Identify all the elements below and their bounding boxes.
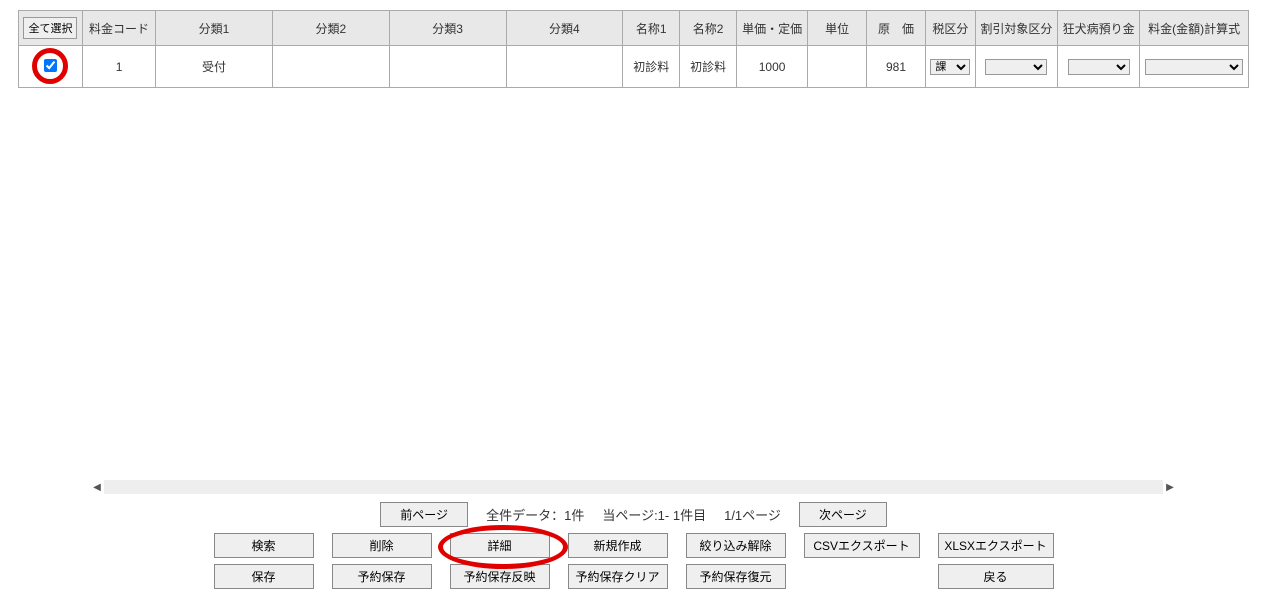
detail-button[interactable]: 詳細 [450, 533, 550, 558]
reserve-clear-button[interactable]: 予約保存クリア [568, 564, 668, 589]
select-all-button[interactable]: 全て選択 [23, 17, 77, 39]
footer: 前ページ 全件データ：1件 当ページ:1- 1件目 1/1ページ 次ページ 検索… [0, 498, 1267, 589]
cell-cat1: 受付 [156, 46, 273, 88]
discount-type-select[interactable] [985, 59, 1047, 75]
reserve-restore-button[interactable]: 予約保存復元 [686, 564, 786, 589]
table-wrapper: 全て選択 料金コード 分類1 分類2 分類3 分類4 名称1 名称2 単価・定価… [18, 10, 1249, 480]
reserve-save-button[interactable]: 予約保存 [332, 564, 432, 589]
delete-button[interactable]: 削除 [332, 533, 432, 558]
header-unit: 単位 [808, 11, 867, 46]
header-cat1: 分類1 [156, 11, 273, 46]
search-button[interactable]: 検索 [214, 533, 314, 558]
action-row-1: 検索 削除 詳細 新規作成 絞り込み解除 CSVエクスポート XLSXエクスポー… [214, 533, 1054, 558]
cell-fee-formula [1140, 46, 1249, 88]
clear-filter-button[interactable]: 絞り込み解除 [686, 533, 786, 558]
new-button[interactable]: 新規作成 [568, 533, 668, 558]
table-row: 1 受付 初診料 初診料 1000 981 課 [19, 46, 1249, 88]
header-cost: 原 価 [867, 11, 926, 46]
header-select: 全て選択 [19, 11, 83, 46]
header-fee-formula: 料金(金額)計算式 [1140, 11, 1249, 46]
back-button[interactable]: 戻る [938, 564, 1054, 589]
xlsx-export-button[interactable]: XLSXエクスポート [938, 533, 1054, 558]
cell-cat2 [272, 46, 389, 88]
header-cat2: 分類2 [272, 11, 389, 46]
cell-fee-code: 1 [82, 46, 155, 88]
header-fee-code: 料金コード [82, 11, 155, 46]
total-count-label: 全件データ：1件 [486, 505, 584, 524]
cell-cat4 [506, 46, 623, 88]
scroll-track[interactable] [104, 480, 1163, 494]
header-name1: 名称1 [623, 11, 680, 46]
header-rabies-deposit: 狂犬病預り金 [1058, 11, 1140, 46]
cell-name1: 初診料 [623, 46, 680, 88]
scroll-right-icon[interactable]: ▶ [1163, 480, 1177, 494]
page-of-label: 1/1ページ [724, 505, 781, 524]
cell-name2: 初診料 [680, 46, 737, 88]
cell-unit [808, 46, 867, 88]
header-tax-type: 税区分 [925, 11, 975, 46]
current-range-label: 当ページ:1- 1件目 [602, 505, 706, 524]
cell-select [19, 46, 83, 88]
rabies-deposit-select[interactable] [1068, 59, 1130, 75]
fee-table: 全て選択 料金コード 分類1 分類2 分類3 分類4 名称1 名称2 単価・定価… [18, 10, 1249, 88]
cell-tax-type: 課 [925, 46, 975, 88]
horizontal-scrollbar[interactable]: ◀ ▶ [90, 480, 1177, 494]
cell-cost: 981 [867, 46, 926, 88]
header-discount-type: 割引対象区分 [975, 11, 1057, 46]
reserve-apply-button[interactable]: 予約保存反映 [450, 564, 550, 589]
cell-unit-price: 1000 [737, 46, 808, 88]
next-page-button[interactable]: 次ページ [799, 502, 887, 527]
cell-cat3 [389, 46, 506, 88]
fee-formula-select[interactable] [1145, 59, 1243, 75]
header-unit-price: 単価・定価 [737, 11, 808, 46]
cell-rabies-deposit [1058, 46, 1140, 88]
csv-export-button[interactable]: CSVエクスポート [804, 533, 920, 558]
prev-page-button[interactable]: 前ページ [380, 502, 468, 527]
header-cat4: 分類4 [506, 11, 623, 46]
tax-type-select[interactable]: 課 [930, 59, 970, 75]
header-name2: 名称2 [680, 11, 737, 46]
app-window: 全て選択 料金コード 分類1 分類2 分類3 分類4 名称1 名称2 単価・定価… [0, 0, 1267, 611]
scroll-left-icon[interactable]: ◀ [90, 480, 104, 494]
action-row-2: 保存 予約保存 予約保存反映 予約保存クリア 予約保存復元 戻る [214, 564, 1054, 589]
table-header-row: 全て選択 料金コード 分類1 分類2 分類3 分類4 名称1 名称2 単価・定価… [19, 11, 1249, 46]
header-cat3: 分類3 [389, 11, 506, 46]
row-checkbox[interactable] [44, 59, 57, 72]
paging-row: 前ページ 全件データ：1件 当ページ:1- 1件目 1/1ページ 次ページ [380, 502, 887, 527]
highlight-ellipse-icon: 詳細 [450, 533, 550, 558]
cell-discount-type [975, 46, 1057, 88]
save-button[interactable]: 保存 [214, 564, 314, 589]
